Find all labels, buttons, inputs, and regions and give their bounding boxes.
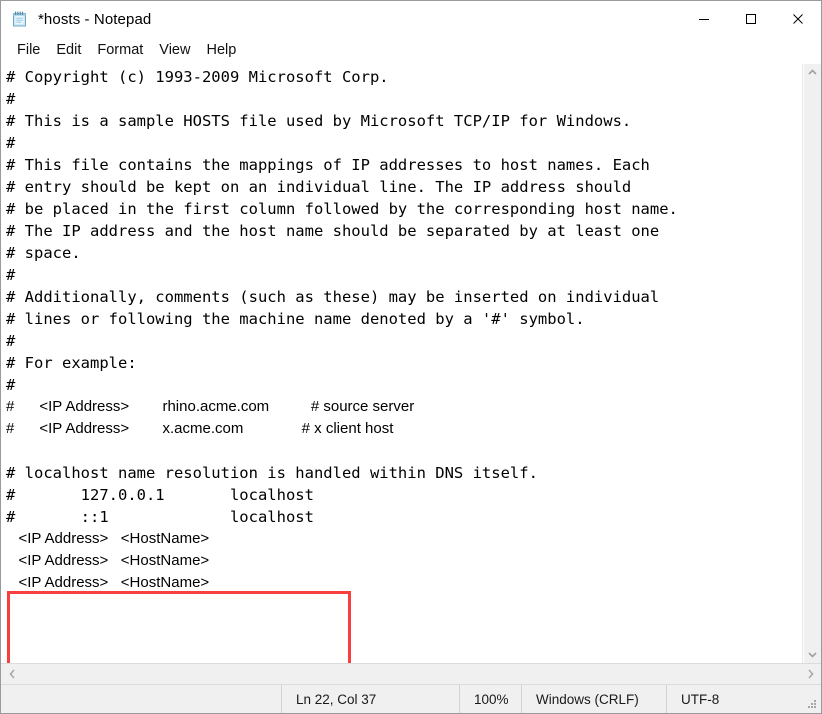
- editor-line: # <IP Address> rhino.acme.com # source s…: [6, 396, 802, 418]
- editor-line: <IP Address> <HostName>: [6, 528, 802, 550]
- menu-view[interactable]: View: [151, 40, 198, 61]
- editor-line: #: [6, 132, 802, 154]
- status-bar: Ln 22, Col 37 100% Windows (CRLF) UTF-8: [1, 685, 821, 713]
- editor-line: # lines or following the machine name de…: [6, 308, 802, 330]
- editor-line: #: [6, 264, 802, 286]
- horizontal-scrollbar[interactable]: [1, 663, 821, 685]
- menu-edit[interactable]: Edit: [48, 40, 89, 61]
- status-line-ending: Windows (CRLF): [521, 685, 666, 713]
- menu-help[interactable]: Help: [198, 40, 244, 61]
- editor-line: #: [6, 374, 802, 396]
- vertical-scrollbar-track[interactable]: [804, 81, 821, 646]
- editor-line: #: [6, 88, 802, 110]
- editor-line: # Copyright (c) 1993-2009 Microsoft Corp…: [6, 66, 802, 88]
- notepad-window: *hosts - Notepad File Edit: [0, 0, 822, 714]
- editor-line: [6, 440, 802, 462]
- scroll-down-icon[interactable]: [804, 646, 821, 663]
- scroll-left-icon[interactable]: [1, 664, 23, 684]
- notepad-icon: [11, 10, 29, 28]
- menu-bar: File Edit Format View Help: [1, 37, 821, 63]
- horizontal-scrollbar-track[interactable]: [23, 664, 799, 684]
- editor-line: # This is a sample HOSTS file used by Mi…: [6, 110, 802, 132]
- status-encoding: UTF-8: [666, 685, 821, 713]
- menu-format[interactable]: Format: [89, 40, 151, 61]
- editor-line: <IP Address> <HostName>: [6, 550, 802, 572]
- editor-line: <IP Address> <HostName>: [6, 572, 802, 594]
- close-button[interactable]: [774, 1, 821, 37]
- editor-line: # The IP address and the host name shoul…: [6, 220, 802, 242]
- minimize-button[interactable]: [680, 1, 727, 37]
- editor-line: # This file contains the mappings of IP …: [6, 154, 802, 176]
- editor-line: # Additionally, comments (such as these)…: [6, 286, 802, 308]
- resize-grip-icon[interactable]: [806, 698, 818, 710]
- editor-line: # space.: [6, 242, 802, 264]
- title-bar[interactable]: *hosts - Notepad: [1, 1, 821, 37]
- editor-line: # 127.0.0.1 localhost: [6, 484, 802, 506]
- editor-region: # Copyright (c) 1993-2009 Microsoft Corp…: [1, 63, 821, 663]
- window-controls: [680, 1, 821, 37]
- editor-line: #: [6, 330, 802, 352]
- editor-line: # entry should be kept on an individual …: [6, 176, 802, 198]
- editor-line: # ::1 localhost: [6, 506, 802, 528]
- scroll-right-icon[interactable]: [799, 664, 821, 684]
- editor-line: # be placed in the first column followed…: [6, 198, 802, 220]
- status-spacer: [1, 685, 281, 713]
- scroll-up-icon[interactable]: [804, 64, 821, 81]
- highlight-box-new-host-entries: [7, 591, 351, 663]
- vertical-scrollbar[interactable]: [803, 64, 821, 663]
- text-editor[interactable]: # Copyright (c) 1993-2009 Microsoft Corp…: [1, 64, 803, 663]
- maximize-button[interactable]: [727, 1, 774, 37]
- status-cursor-position: Ln 22, Col 37: [281, 685, 459, 713]
- window-title: *hosts - Notepad: [38, 11, 151, 28]
- editor-line: # For example:: [6, 352, 802, 374]
- text-content: # Copyright (c) 1993-2009 Microsoft Corp…: [6, 66, 802, 594]
- editor-line: # <IP Address> x.acme.com # x client hos…: [6, 418, 802, 440]
- editor-line: # localhost name resolution is handled w…: [6, 462, 802, 484]
- status-zoom-level[interactable]: 100%: [459, 685, 521, 713]
- menu-file[interactable]: File: [9, 40, 48, 61]
